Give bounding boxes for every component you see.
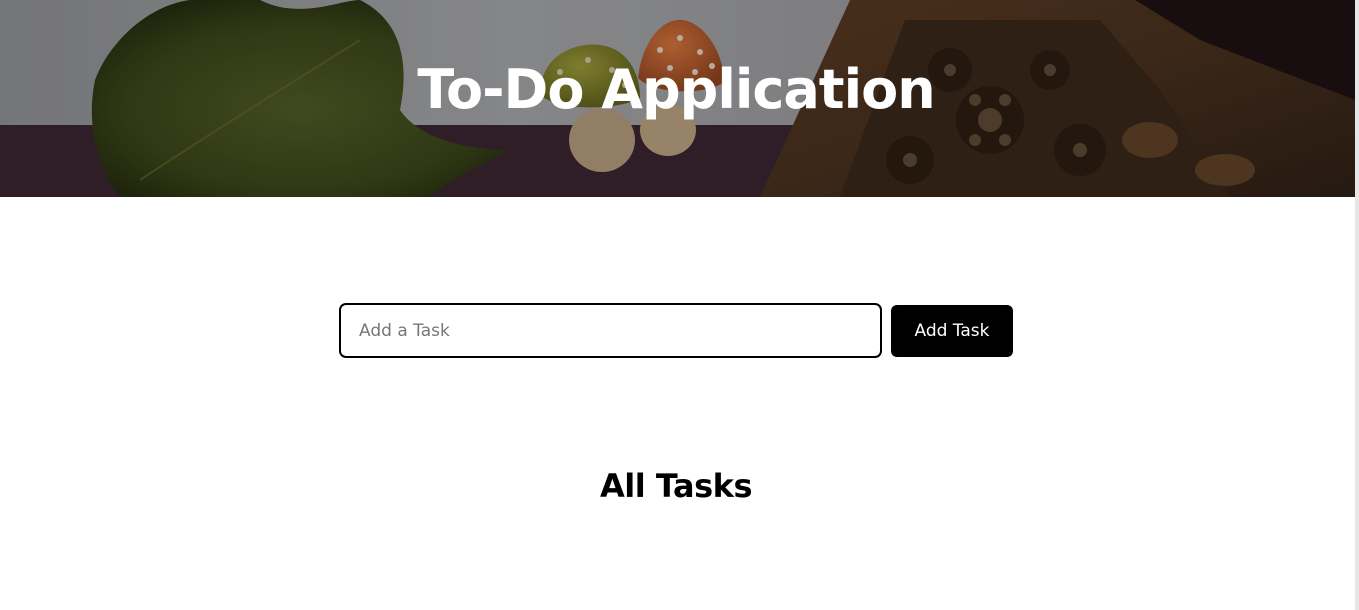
task-input[interactable] bbox=[339, 303, 882, 358]
todo-page: To-Do Application Add Task All Tasks bbox=[0, 0, 1359, 610]
page-scrollbar[interactable] bbox=[1355, 0, 1359, 610]
hero-banner: To-Do Application bbox=[0, 0, 1355, 197]
add-task-button[interactable]: Add Task bbox=[891, 305, 1013, 357]
app-title: To-Do Application bbox=[417, 58, 935, 121]
all-tasks-heading: All Tasks bbox=[599, 467, 753, 505]
